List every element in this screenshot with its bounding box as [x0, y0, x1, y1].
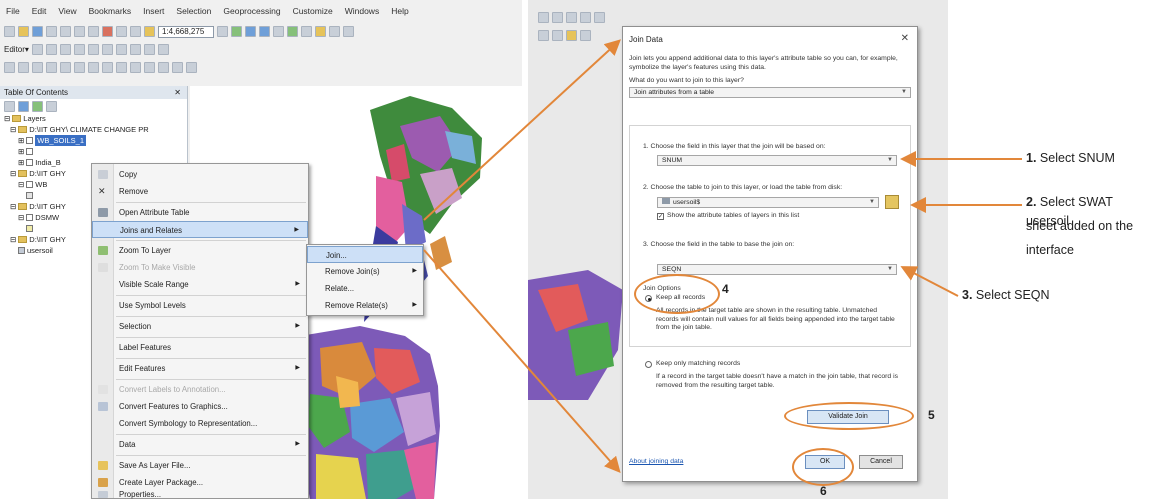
annotation-arrows	[423, 39, 1022, 474]
annotation-2-line2: sheet added on the	[1026, 219, 1134, 233]
annotation-number-5: 5	[928, 408, 935, 422]
annotation-number-4: 4	[722, 282, 729, 296]
highlight-join-options	[634, 274, 720, 314]
arrow-to-dialog-top	[423, 39, 621, 221]
annotation-1: 1. Select SNUM	[1026, 151, 1115, 165]
arrow-seqn	[900, 266, 959, 297]
highlight-validate-join	[784, 402, 914, 430]
highlight-ok	[792, 448, 854, 486]
annotation-number-6: 6	[820, 484, 827, 498]
annotation-2-line3: interface	[1026, 243, 1074, 257]
annotation-3: 3. Select SEQN	[962, 288, 1050, 302]
arrow-to-dialog-bottom	[423, 249, 621, 474]
